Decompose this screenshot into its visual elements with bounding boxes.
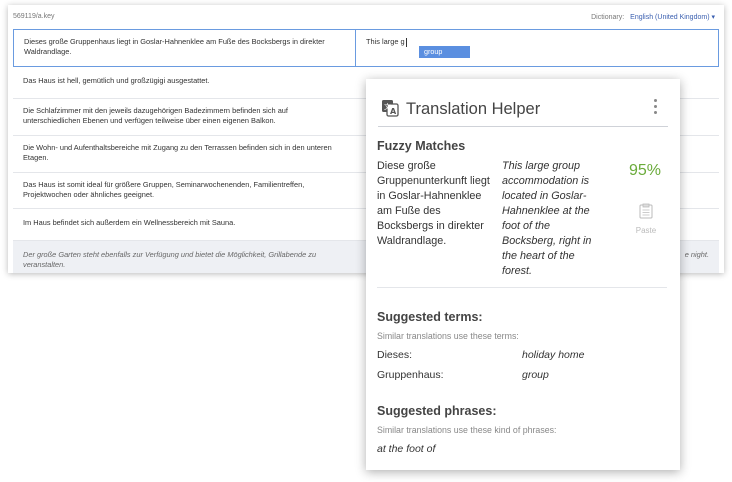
term-source: Gruppenhaus: bbox=[377, 369, 444, 381]
section-divider bbox=[377, 287, 667, 288]
translation-helper-panel: 文 A Translation Helper Fuzzy Matches Die… bbox=[366, 79, 680, 470]
segment-target-text: This large g bbox=[366, 37, 405, 46]
text-caret bbox=[405, 37, 407, 47]
helper-header: 文 A Translation Helper bbox=[378, 96, 668, 127]
segment-target-input[interactable]: This large g bbox=[356, 30, 718, 66]
autocomplete-suggestion[interactable]: group bbox=[419, 46, 470, 58]
fuzzy-match-source: Diese große Gruppenunterkunft liegt in G… bbox=[377, 160, 490, 247]
segment-source: Im Haus befindet sich außerdem ein Welln… bbox=[23, 218, 236, 227]
suggested-phrases-heading: Suggested phrases: bbox=[377, 404, 497, 418]
segment-source: Die Schlafzimmer mit den jeweils dazugeh… bbox=[23, 106, 288, 125]
term-source: Dieses: bbox=[377, 349, 413, 361]
segment-source: Der große Garten steht ebenfalls zur Ver… bbox=[23, 250, 317, 269]
fuzzy-matches-heading: Fuzzy Matches bbox=[377, 139, 466, 153]
segment-source: Das Haus ist hell, gemütlich und großzüg… bbox=[23, 76, 210, 85]
segment-source: Dieses große Gruppenhaus liegt in Goslar… bbox=[14, 30, 356, 66]
term-target[interactable]: holiday home bbox=[522, 349, 584, 361]
paste-button[interactable]: Paste bbox=[634, 203, 658, 235]
dictionary-label: Dictionary: bbox=[591, 14, 625, 21]
term-target[interactable]: group bbox=[522, 369, 549, 381]
translate-icon: 文 A bbox=[382, 100, 399, 117]
suggested-phrases-subtitle: Similar translations use these kind of p… bbox=[377, 425, 557, 435]
more-vertical-icon[interactable] bbox=[654, 99, 658, 117]
suggested-terms-heading: Suggested terms: bbox=[377, 310, 483, 324]
dictionary-selector[interactable]: Dictionary: English (United Kingdom) ▾ bbox=[591, 13, 715, 21]
fuzzy-match-target[interactable]: This large group accommodation is locate… bbox=[502, 159, 600, 279]
helper-title: Translation Helper bbox=[406, 100, 541, 118]
suggested-terms-subtitle: Similar translations use these terms: bbox=[377, 331, 519, 341]
dictionary-value[interactable]: English (United Kingdom) ▾ bbox=[630, 14, 715, 21]
paste-label: Paste bbox=[635, 226, 657, 235]
fuzzy-match-percent: 95% bbox=[629, 162, 662, 179]
editor-topbar: 569119/a.key Dictionary: English (United… bbox=[8, 5, 724, 29]
file-name: 569119/a.key bbox=[13, 13, 55, 20]
segment-source: Die Wohn- und Aufenthaltsbereiche mit Zu… bbox=[23, 143, 332, 162]
segment-source: Das Haus ist somit ideal für größere Gru… bbox=[23, 180, 305, 199]
svg-text:A: A bbox=[390, 107, 397, 116]
phrase-item[interactable]: at the foot of bbox=[377, 443, 435, 455]
paste-icon bbox=[639, 203, 653, 219]
segment-target-tail: e night. bbox=[684, 250, 709, 259]
segment-row-active[interactable]: Dieses große Gruppenhaus liegt in Goslar… bbox=[13, 29, 719, 67]
